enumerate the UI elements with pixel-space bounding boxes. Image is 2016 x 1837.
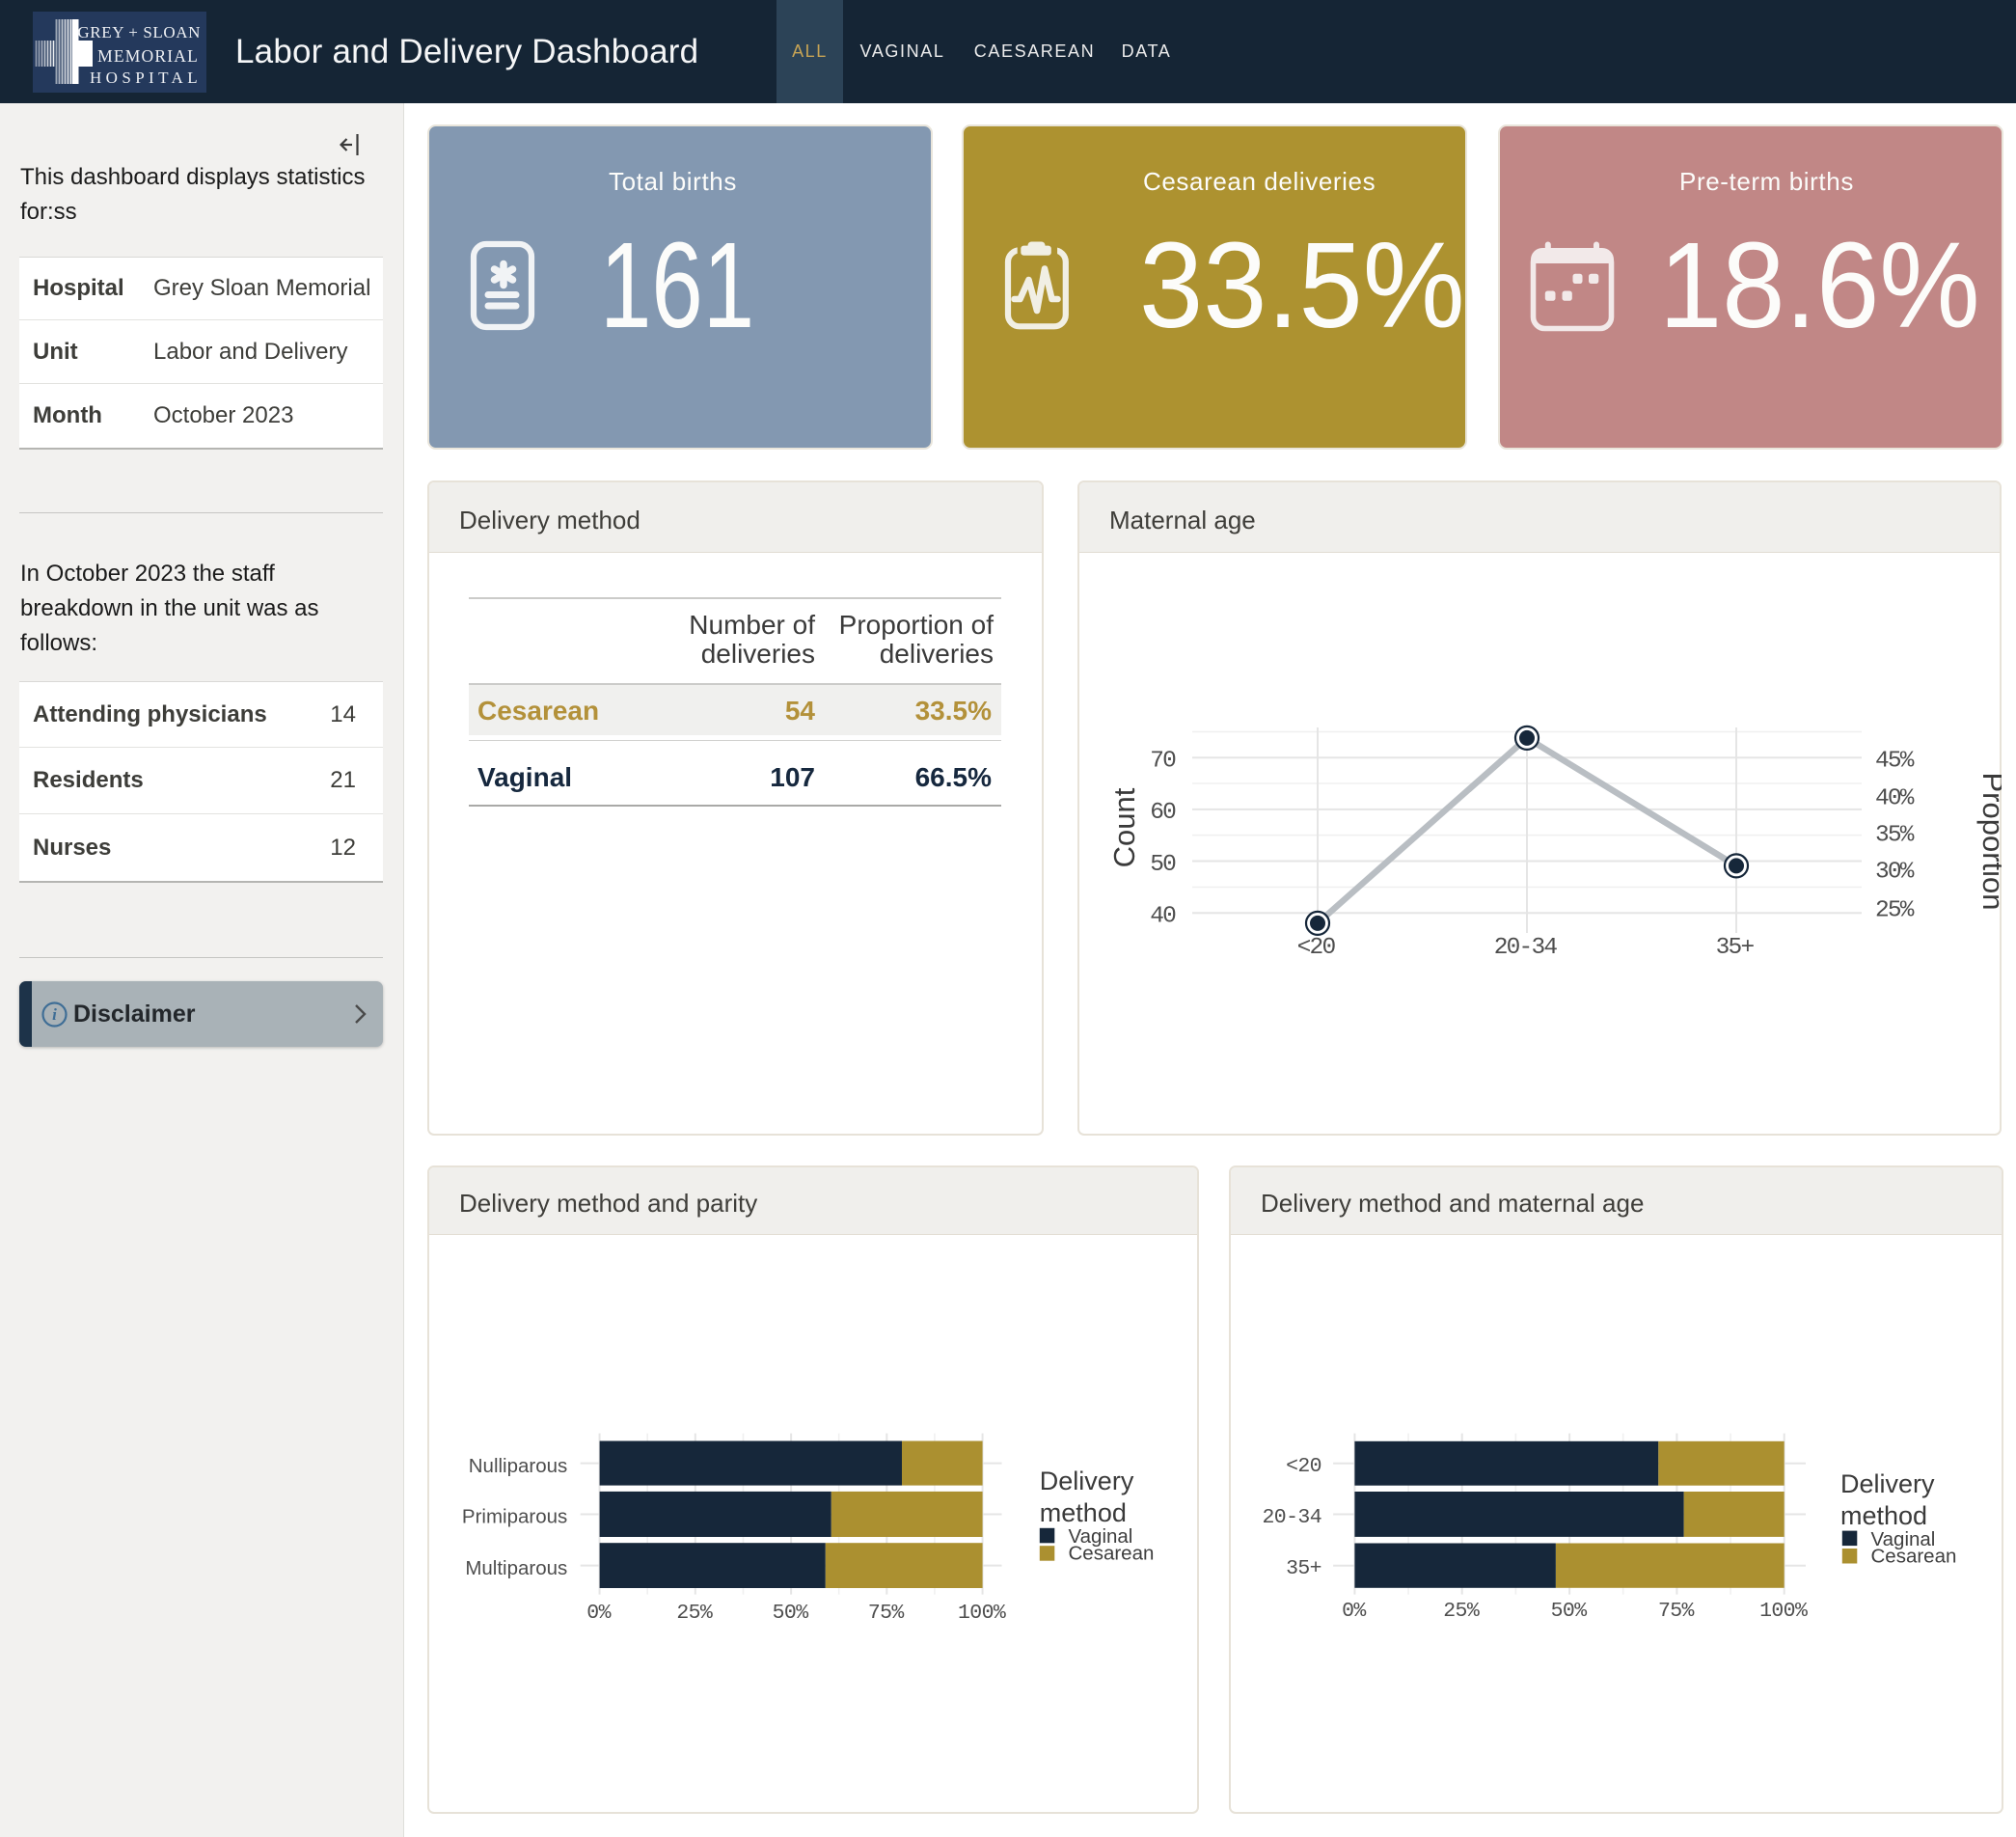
- svg-text:50%: 50%: [1551, 1600, 1588, 1623]
- svg-text:40: 40: [1150, 904, 1176, 930]
- svg-text:Cesarean: Cesarean: [1871, 1546, 1957, 1568]
- svg-text:25%: 25%: [676, 1602, 713, 1625]
- svg-text:70: 70: [1150, 749, 1176, 775]
- svg-text:20-34: 20-34: [1494, 935, 1558, 961]
- svg-text:60: 60: [1150, 800, 1176, 826]
- svg-text:Delivery: Delivery: [1840, 1469, 1935, 1498]
- svg-text:45%: 45%: [1875, 748, 1915, 774]
- svg-text:MEMORIAL: MEMORIAL: [97, 46, 199, 66]
- svg-text:35+: 35+: [1286, 1557, 1321, 1580]
- svg-text:i: i: [52, 1005, 57, 1024]
- svg-text:Multiparous: Multiparous: [465, 1557, 567, 1579]
- svg-text:50%: 50%: [773, 1602, 809, 1625]
- svg-text:75%: 75%: [1658, 1600, 1695, 1623]
- svg-text:100%: 100%: [1759, 1600, 1808, 1623]
- svg-text:<20: <20: [1297, 935, 1336, 961]
- svg-text:HOSPITAL: HOSPITAL: [90, 69, 202, 87]
- svg-text:GREY + SLOAN: GREY + SLOAN: [77, 23, 201, 41]
- svg-text:Cesarean: Cesarean: [1069, 1543, 1155, 1565]
- svg-text:100%: 100%: [958, 1602, 1006, 1625]
- svg-text:method: method: [1040, 1498, 1127, 1527]
- svg-text:35+: 35+: [1716, 935, 1755, 961]
- svg-text:30%: 30%: [1875, 859, 1915, 885]
- svg-text:50: 50: [1150, 852, 1176, 878]
- svg-text:method: method: [1840, 1501, 1927, 1530]
- svg-text:Delivery: Delivery: [1040, 1467, 1134, 1495]
- svg-text:Proportion: Proportion: [1976, 772, 2002, 910]
- svg-text:25%: 25%: [1875, 898, 1915, 924]
- svg-text:40%: 40%: [1875, 786, 1915, 812]
- svg-text:0%: 0%: [1342, 1600, 1366, 1623]
- svg-text:0%: 0%: [586, 1602, 611, 1625]
- svg-text:75%: 75%: [868, 1602, 905, 1625]
- svg-text:<20: <20: [1286, 1455, 1321, 1478]
- svg-text:Count: Count: [1107, 787, 1141, 867]
- svg-text:Primiparous: Primiparous: [462, 1506, 567, 1528]
- svg-text:35%: 35%: [1875, 823, 1915, 849]
- svg-text:25%: 25%: [1443, 1600, 1480, 1623]
- svg-text:20-34: 20-34: [1262, 1506, 1321, 1529]
- svg-text:Nulliparous: Nulliparous: [469, 1455, 568, 1477]
